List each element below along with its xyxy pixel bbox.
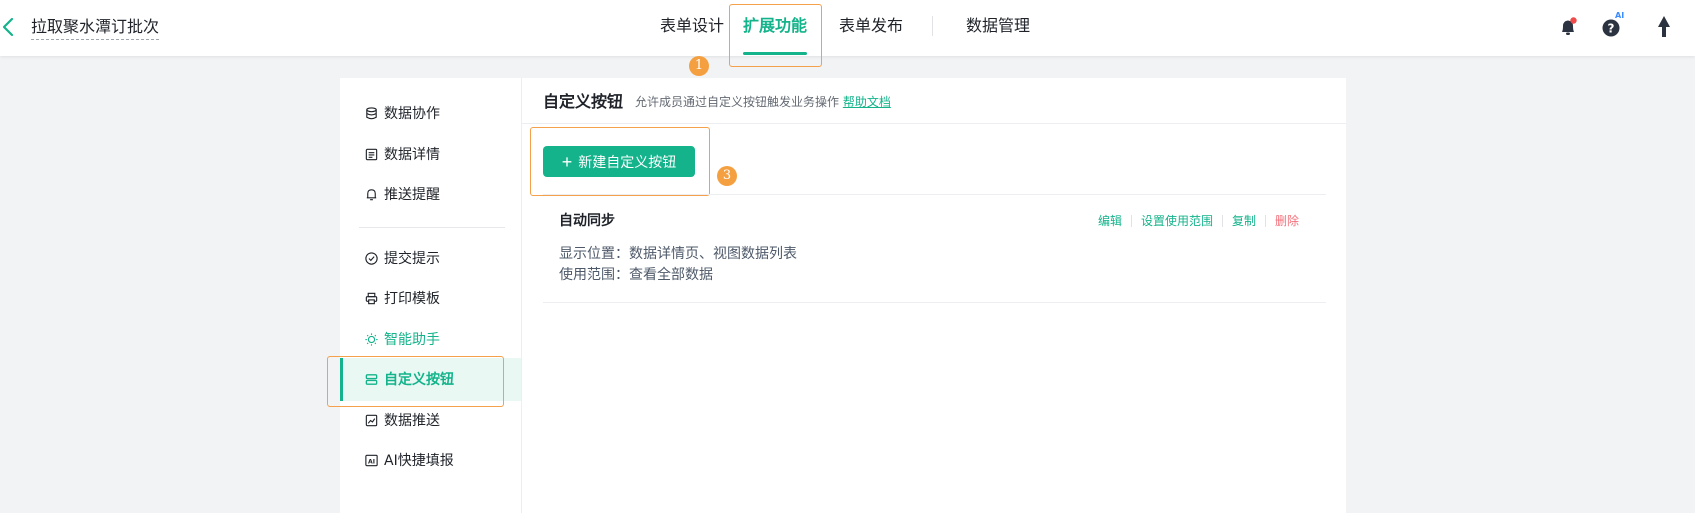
tab-divider: [932, 16, 933, 36]
usage-scope: 使用范围：查看全部数据: [559, 267, 713, 283]
highlight-box-sidebar: [327, 356, 504, 407]
bulb-icon: [365, 332, 378, 346]
help-ai-icon[interactable]: ? AI: [1598, 11, 1626, 41]
sidebar-item-label: 提交提示: [384, 251, 440, 267]
copy-button[interactable]: 复制: [1232, 212, 1256, 230]
sidebar-item-push-reminder[interactable]: 推送提醒: [364, 183, 440, 205]
svg-text:AI: AI: [368, 458, 375, 465]
page-title: 自定义按钮: [543, 92, 624, 111]
app-title[interactable]: 拉取聚水潭订批次: [31, 16, 160, 40]
check-circle-icon: [365, 251, 378, 265]
row-divider: [543, 302, 1326, 303]
sidebar-item-print-template[interactable]: 打印模板: [364, 287, 440, 309]
back-arrow-icon[interactable]: [0, 14, 20, 40]
description-text: 允许成员通过自定义按钮触发业务操作: [635, 95, 840, 109]
help-doc-link[interactable]: 帮助文档: [843, 95, 891, 109]
chart-icon: [365, 414, 378, 426]
page-description: 允许成员通过自定义按钮触发业务操作 帮助文档: [635, 94, 891, 110]
ai-icon: AI: [365, 454, 378, 466]
delete-button[interactable]: 删除: [1275, 212, 1299, 230]
sidebar-item-label: 数据推送: [384, 413, 440, 429]
sidebar-item-data-push[interactable]: 数据推送: [364, 409, 440, 431]
set-scope-button[interactable]: 设置使用范围: [1141, 212, 1213, 230]
sidebar-item-smart-assistant[interactable]: 智能助手: [364, 328, 440, 350]
tab-data-management[interactable]: 数据管理: [966, 15, 1030, 37]
step-badge-3: 3: [717, 166, 737, 186]
highlight-box-new-button: [530, 127, 710, 196]
row-actions: 编辑 设置使用范围 复制 删除: [1098, 212, 1299, 230]
sidebar-item-submit-tip[interactable]: 提交提示: [364, 247, 440, 269]
highlight-box-tab: [729, 4, 822, 67]
sidebar-item-label: 推送提醒: [384, 187, 440, 203]
custom-button-name: 自动同步: [559, 213, 615, 229]
detail-icon: [365, 148, 378, 160]
sidebar-item-data-collab[interactable]: 数据协作: [364, 102, 440, 124]
ai-tag: AI: [1615, 11, 1625, 20]
bell-outline-icon: [366, 188, 377, 200]
printer-icon: [365, 292, 378, 304]
action-divider: [1264, 215, 1266, 227]
bell-icon[interactable]: [1554, 13, 1582, 41]
sidebar-item-label: 数据详情: [384, 147, 440, 163]
display-location: 显示位置：数据详情页、视图数据列表: [559, 246, 797, 262]
sidebar-item-label: AI快捷填报: [384, 453, 454, 469]
sidebar-item-label: 数据协作: [384, 106, 440, 122]
tab-form-design[interactable]: 表单设计: [660, 15, 724, 37]
row-divider: [543, 194, 1326, 195]
tab-form-publish[interactable]: 表单发布: [839, 15, 903, 37]
edit-button[interactable]: 编辑: [1098, 212, 1122, 230]
database-icon: [366, 106, 377, 119]
sidebar-item-label: 打印模板: [384, 291, 440, 307]
action-divider: [1130, 215, 1132, 227]
sidebar-item-ai-quick-fill[interactable]: AI AI快捷填报: [364, 449, 454, 471]
sidebar-item-label: 智能助手: [384, 332, 440, 348]
sidebar-divider: [359, 227, 505, 228]
action-divider: [1221, 215, 1223, 227]
rocket-icon[interactable]: [1650, 13, 1678, 41]
sidebar-item-data-detail[interactable]: 数据详情: [364, 143, 440, 165]
svg-text:?: ?: [1608, 22, 1615, 36]
step-badge-1: 1: [689, 56, 709, 76]
